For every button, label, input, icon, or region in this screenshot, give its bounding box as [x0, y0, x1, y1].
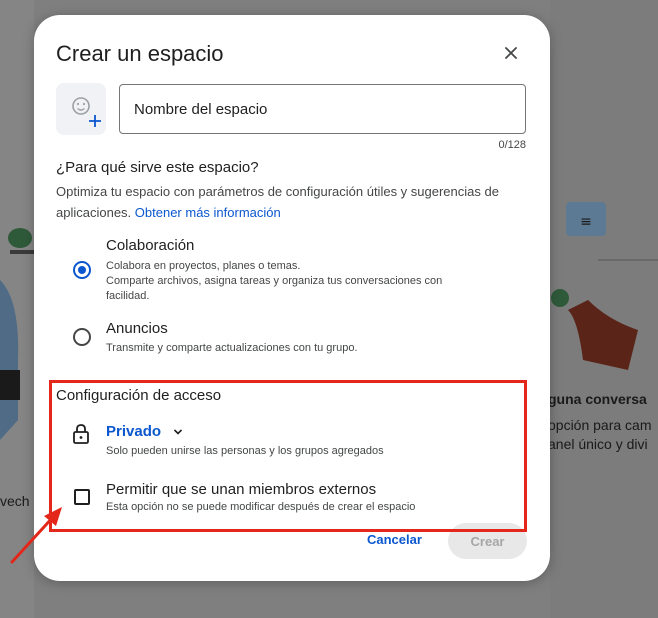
highlight-box: [49, 380, 527, 532]
annotation-arrow-icon: [10, 507, 62, 564]
purpose-description: Optimiza tu espacio con parámetros de co…: [56, 181, 526, 223]
learn-more-link[interactable]: Obtener más información: [135, 205, 281, 220]
announcements-title: Anuncios: [106, 320, 168, 337]
dialog-title: Crear un espacio: [56, 41, 224, 66]
background-heading: guna conversa: [548, 391, 647, 407]
svg-text:≡: ≡: [580, 214, 592, 230]
background-illustration-left: [0, 228, 34, 440]
close-icon[interactable]: [500, 42, 522, 64]
cancel-button[interactable]: Cancelar: [367, 532, 422, 547]
collaboration-radio[interactable]: [73, 261, 91, 279]
announcements-radio[interactable]: [73, 328, 91, 346]
emoji-add-icon: [72, 97, 101, 127]
background-text-line-1: opción para cam: [548, 417, 652, 433]
collaboration-title: Colaboración: [106, 237, 195, 254]
emoji-picker-button[interactable]: [56, 83, 106, 135]
background-text-line-2: anel único y divi: [548, 436, 648, 452]
space-name-input[interactable]: [119, 84, 526, 134]
background-illustration-right: ≡: [551, 202, 658, 370]
collaboration-desc-line-1: Colabora en proyectos, planes o temas.: [106, 260, 301, 272]
collaboration-desc-line-2: Comparte archivos, asigna tareas y organ…: [106, 275, 443, 302]
purpose-heading: ¿Para qué sirve este espacio?: [56, 159, 259, 176]
character-counter: 0/128: [498, 139, 526, 151]
announcements-desc: Transmite y comparte actualizaciones con…: [106, 342, 358, 354]
